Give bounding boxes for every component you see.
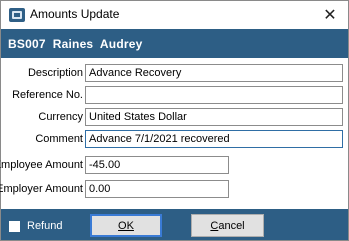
title-bar: Amounts Update ✕ — [1, 1, 348, 29]
employer-amount-field[interactable]: 0.00 — [85, 180, 229, 198]
close-button[interactable]: ✕ — [316, 3, 344, 27]
currency-row: Currency United States Dollar — [1, 108, 348, 128]
cancel-button[interactable]: Cancel — [191, 214, 264, 237]
close-icon: ✕ — [323, 7, 337, 24]
employee-banner-text: BS007 Raines Audrey — [8, 37, 143, 51]
refund-checkbox[interactable] — [9, 220, 20, 232]
window-title: Amounts Update — [30, 7, 120, 21]
comment-field[interactable]: Advance 7/1/2021 recovered — [85, 130, 343, 148]
cancel-button-label: ancel — [218, 219, 245, 232]
reference-field[interactable] — [85, 86, 343, 104]
comment-label: Comment — [35, 133, 83, 145]
description-row: Description Advance Recovery — [1, 64, 348, 84]
refund-label: Refund — [27, 220, 63, 232]
currency-field[interactable]: United States Dollar — [85, 108, 343, 126]
employee-amount-field[interactable]: -45.00 — [85, 156, 229, 174]
ok-button[interactable]: OK — [90, 214, 162, 237]
amounts-update-dialog: Amounts Update ✕ BS007 Raines Audrey Des… — [0, 0, 349, 241]
amounts-form: Description Advance Recovery Reference N… — [0, 58, 348, 206]
employee-amount-row: Employee Amount -45.00 — [0, 156, 348, 176]
employee-banner: BS007 Raines Audrey — [1, 29, 348, 58]
app-icon — [9, 8, 25, 22]
reference-row: Reference No. — [1, 86, 348, 106]
ok-button-label: OK — [118, 219, 134, 232]
currency-label: Currency — [38, 111, 83, 123]
dialog-footer: Refund OK Cancel — [1, 209, 348, 240]
cancel-button-mnemonic: C — [210, 219, 219, 232]
employer-amount-label: Employer Amount — [0, 183, 83, 195]
description-field[interactable]: Advance Recovery — [85, 64, 343, 82]
comment-row: Comment Advance 7/1/2021 recovered — [1, 130, 348, 150]
employee-amount-label: Employee Amount — [0, 159, 83, 171]
refund-checkbox-group[interactable]: Refund — [9, 220, 62, 232]
description-label: Description — [27, 67, 83, 79]
reference-label: Reference No. — [12, 89, 83, 101]
employer-amount-row: Employer Amount 0.00 — [0, 180, 348, 200]
